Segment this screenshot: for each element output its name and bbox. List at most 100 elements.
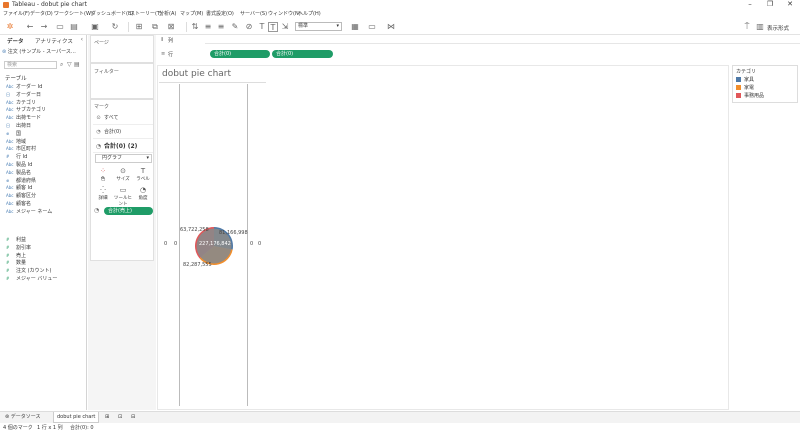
dimension-field[interactable]: Abc 顧客 Id <box>6 184 32 192</box>
redo-icon[interactable]: → <box>39 22 49 32</box>
measure-field[interactable]: # 割引率 <box>6 244 31 252</box>
clear-sheet-icon[interactable]: ⊠ <box>166 22 176 32</box>
status-sum: 合計(0): 0 <box>70 425 94 431</box>
duplicate-icon[interactable]: ⧉ <box>150 22 160 32</box>
measure-field[interactable]: # 注文 (カウント) <box>6 267 52 275</box>
menu-file[interactable]: ファイル(F) <box>3 10 30 19</box>
sheet-title: dobut pie chart <box>162 69 232 79</box>
dimension-field[interactable]: 日 出荷日 <box>6 122 31 130</box>
tab-datasource[interactable]: ⊜ データソース <box>2 412 44 423</box>
row-pill-2[interactable]: 合計(0) <box>272 50 333 58</box>
dimension-field[interactable]: Abc 顧客名 <box>6 200 31 208</box>
search-icon[interactable]: ⌕ <box>60 61 63 69</box>
pause-updates-icon[interactable]: ▣ <box>90 22 100 32</box>
menu-server[interactable]: サーバー(S) <box>240 10 267 19</box>
present-label[interactable]: 表示形式 <box>767 24 789 32</box>
sort-asc-icon[interactable]: ≡ <box>203 22 213 32</box>
tab-sheet[interactable]: dobut pie chart <box>53 412 100 423</box>
swap-icon[interactable]: ⇅ <box>190 22 200 32</box>
card-toggle-icon[interactable]: ▦ <box>350 22 360 32</box>
fix-axes-icon[interactable]: ⇲ <box>280 22 290 32</box>
menu-data[interactable]: データ(D) <box>30 10 53 19</box>
view-options-icon[interactable]: ▤ <box>74 61 80 68</box>
refresh-icon[interactable]: ↻ <box>110 22 120 32</box>
size-button[interactable]: ⊙ サイズ <box>113 167 133 185</box>
dimension-field[interactable]: Abc 製品名 <box>6 169 31 177</box>
dimension-field[interactable]: Abc 出荷モード <box>6 114 41 122</box>
show-labels-icon[interactable]: T <box>268 22 278 32</box>
close-icon[interactable]: ✕ <box>780 0 800 10</box>
marks-sum0-2-row[interactable]: ◔ 合計(0) (2) <box>93 140 153 153</box>
menu-dashboard[interactable]: ダッシュボード(B) <box>91 10 133 19</box>
dimension-field[interactable]: 日オーダー日 <box>6 91 41 99</box>
new-datasource-icon[interactable]: ▤ <box>69 22 79 32</box>
datasource-row[interactable]: ⊜ 注文 (サンプル - スーパース… <box>2 47 85 57</box>
dimension-field[interactable]: Abc オーダー Id <box>6 83 42 91</box>
sort-desc-icon[interactable]: ≡ <box>216 22 226 32</box>
group-icon[interactable]: ⊘ <box>244 22 254 32</box>
dimension-field[interactable]: Abc サブカテゴリ <box>6 106 46 114</box>
presentation-icon[interactable]: ▭ <box>367 22 377 32</box>
dimension-field[interactable]: ⊕ 国 <box>6 130 21 138</box>
angle-sales-pill[interactable]: 合計(売上) <box>104 207 153 215</box>
save-icon[interactable]: ▭ <box>55 22 65 32</box>
labels-icon[interactable]: T <box>257 22 267 32</box>
pages-label: ページ <box>94 40 109 46</box>
tab-analytics[interactable]: アナリティクス <box>35 37 73 45</box>
fit-select[interactable]: 標準 ▾ <box>295 22 342 31</box>
measure-field[interactable]: # 売上 <box>6 252 26 260</box>
new-story-tab-icon[interactable]: ⊟ <box>128 412 138 423</box>
tableau-home-icon[interactable]: ✲ <box>5 22 15 32</box>
dimension-field[interactable]: Abc 市区町村 <box>6 145 36 153</box>
color-button[interactable]: ⁘ 色 <box>93 167 113 185</box>
filters-card[interactable]: フィルター <box>90 63 154 99</box>
menu-map[interactable]: マップ(M) <box>180 10 203 19</box>
maximize-icon[interactable]: ❐ <box>760 0 780 10</box>
highlight-icon[interactable]: ✎ <box>230 22 240 32</box>
color-icon: ⁘ <box>100 167 106 175</box>
new-dashboard-tab-icon[interactable]: ⊡ <box>115 412 125 423</box>
tables-label: テーブル <box>5 76 27 82</box>
menu-story[interactable]: ストーリー(T) <box>130 10 162 19</box>
menu-help[interactable]: ヘルプ(H) <box>298 10 321 19</box>
menu-format[interactable]: 書式設定(O) <box>206 10 234 19</box>
marks-all-row[interactable]: ⊙ すべて <box>93 112 153 125</box>
collapse-icon[interactable]: ‹ <box>81 36 83 43</box>
legend-item[interactable]: 家具 <box>736 77 754 83</box>
pages-card[interactable]: ページ <box>90 35 154 63</box>
show-me-icon[interactable]: ⍑ <box>742 22 752 32</box>
legend-item[interactable]: 事務用品 <box>736 93 764 99</box>
dimension-field[interactable]: ⊕ 都道府県 <box>6 177 36 185</box>
detail-button[interactable]: ⁛ 詳細 <box>93 186 113 204</box>
menu-analysis[interactable]: 分析(A) <box>159 10 176 19</box>
dimension-field[interactable]: Abc メジャー ネーム <box>6 208 52 216</box>
row-pill-1[interactable]: 合計(0) <box>210 50 270 58</box>
measure-field[interactable]: # 数量 <box>6 259 26 267</box>
mark-type-select[interactable]: 円グラフ ▾ <box>95 154 152 163</box>
search-input[interactable]: 検索 <box>4 61 57 69</box>
present-icon[interactable]: ▥ <box>755 22 765 32</box>
dimension-field[interactable]: Abc 地域 <box>6 138 26 146</box>
legend-item[interactable]: 家電 <box>736 85 754 91</box>
tooltip-button[interactable]: ▭ ツールヒント <box>113 186 133 207</box>
label-button[interactable]: T ラベル <box>133 167 153 185</box>
dimension-field[interactable]: Abc カテゴリ <box>6 99 36 107</box>
color-legend[interactable]: カテゴリ 家具 家電 事務用品 <box>732 65 798 103</box>
minimize-icon[interactable]: – <box>740 0 760 10</box>
dimension-field[interactable]: Abc 製品 Id <box>6 161 32 169</box>
menu-window[interactable]: ウィンドウ(N) <box>268 10 301 19</box>
dimension-field[interactable]: # 行 Id <box>6 153 27 161</box>
dimension-field[interactable]: Abc 顧客区分 <box>6 192 36 200</box>
filter-icon[interactable]: ▽ <box>67 61 72 68</box>
measure-field[interactable]: # メジャー バリュー <box>6 275 57 283</box>
new-worksheet-icon[interactable]: ⊞ <box>134 22 144 32</box>
measure-field[interactable]: # 利益 <box>6 236 26 244</box>
marks-sum0-row[interactable]: ◔ 合計(0) <box>93 126 153 139</box>
undo-icon[interactable]: ← <box>25 22 35 32</box>
menu-worksheet[interactable]: ワークシート(W) <box>54 10 93 19</box>
new-worksheet-tab-icon[interactable]: ⊞ <box>102 412 112 423</box>
angle-button[interactable]: ◔ 角度 <box>133 186 153 204</box>
view-canvas[interactable]: dobut pie chart 0 0 0 0 227,176,842 63,7… <box>157 65 729 410</box>
share-icon[interactable]: ⋈ <box>386 22 396 32</box>
tab-data[interactable]: データ <box>7 37 24 45</box>
